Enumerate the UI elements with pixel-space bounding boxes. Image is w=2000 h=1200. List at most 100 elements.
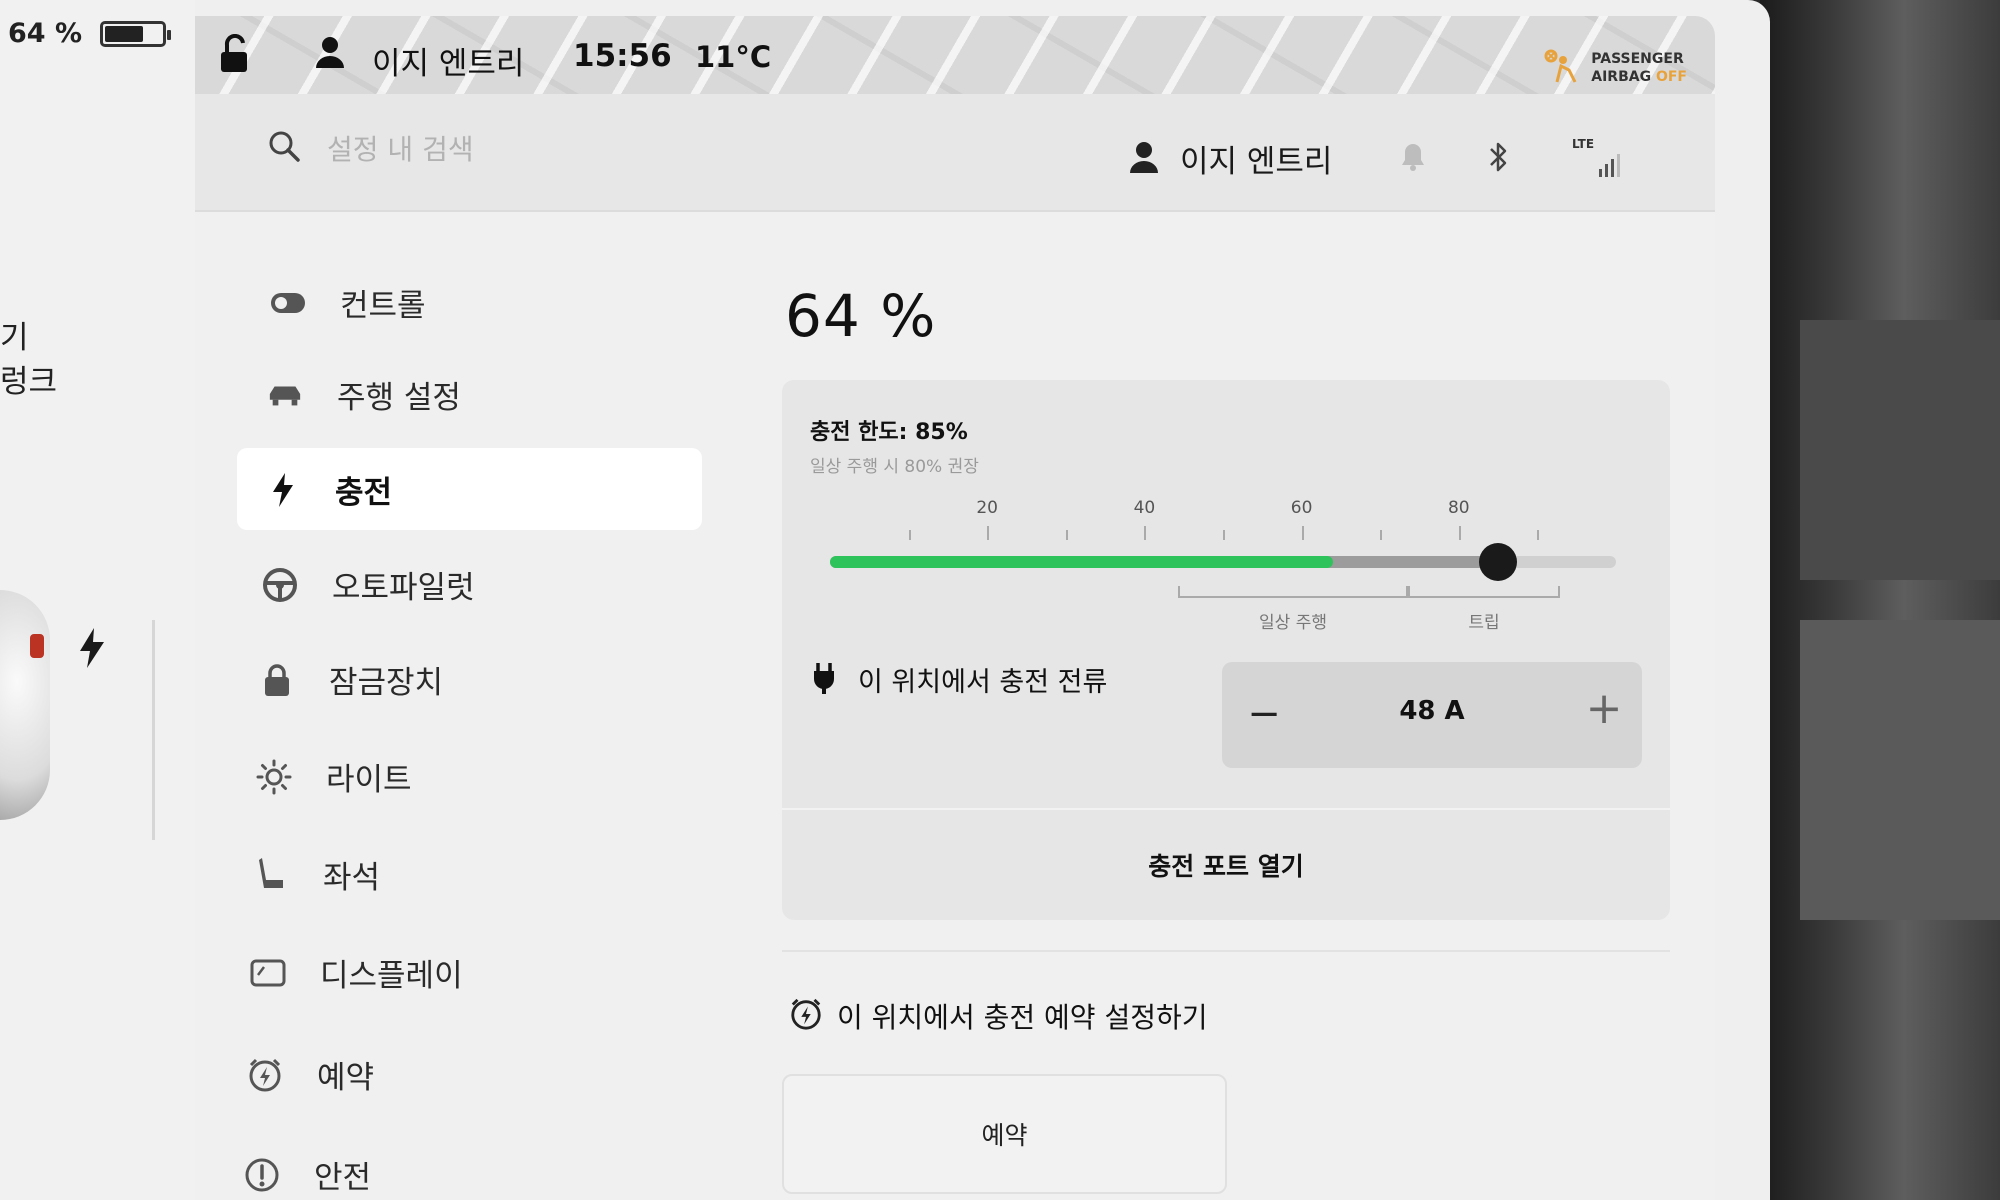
slider-tick-label: 20 bbox=[976, 498, 999, 518]
bell-icon[interactable] bbox=[1400, 142, 1426, 176]
car-icon bbox=[267, 377, 303, 413]
sidebar-item-label: 좌석 bbox=[323, 860, 381, 896]
settings-sidebar: 컨트롤 주행 설정 충전 오토파일럿 잠금장치 라이트 좌석 디스플레이 예약 … bbox=[195, 212, 755, 1200]
car-preview-labels[interactable]: 기 렁크 bbox=[0, 316, 57, 404]
sidebar-item-safety[interactable]: 안전 bbox=[244, 1152, 371, 1197]
sidebar-item-lights[interactable]: 라이트 bbox=[256, 754, 412, 799]
slider-tick-label: 80 bbox=[1447, 498, 1470, 518]
battery-icon bbox=[100, 20, 172, 47]
charge-limit-card: 충전 한도: 85% 일상 주행 시 80% 권장 20 40 60 80 일상 주행… bbox=[782, 380, 1670, 920]
alert-circle-icon bbox=[244, 1157, 280, 1193]
passenger-airbag-indicator: PASSENGER AIRBAG OFF bbox=[1541, 48, 1687, 88]
slider-tick bbox=[1223, 530, 1225, 540]
dashboard-panel bbox=[1800, 620, 2000, 920]
outside-temperature: 11°C bbox=[695, 40, 772, 74]
increase-current-button[interactable]: + bbox=[1584, 683, 1624, 734]
bluetooth-icon[interactable] bbox=[1486, 140, 1512, 178]
sidebar-item-schedule[interactable]: 예약 bbox=[247, 1052, 374, 1097]
search-input[interactable]: 설정 내 검색 bbox=[327, 128, 474, 168]
battery-level-fill bbox=[830, 556, 1334, 568]
sidebar-item-locks[interactable]: 잠금장치 bbox=[259, 657, 443, 702]
slider-tick bbox=[908, 530, 911, 540]
slider-tick bbox=[1065, 530, 1068, 540]
car-preview-label[interactable]: 기 bbox=[0, 316, 57, 360]
sidebar-item-label: 안전 bbox=[314, 1160, 372, 1196]
charging-bolt-icon bbox=[78, 628, 106, 678]
charge-current-value: 48 A bbox=[1399, 696, 1465, 726]
profile-button[interactable]: 이지 엔트리 bbox=[1130, 136, 1332, 181]
dashboard-panel bbox=[1800, 320, 2000, 580]
car-interior-background bbox=[1760, 0, 2000, 1200]
sidebar-item-display[interactable]: 디스플레이 bbox=[250, 950, 463, 995]
charging-settings-panel: 64 % 충전 한도: 85% 일상 주행 시 80% 권장 20 40 60 80 … bbox=[755, 212, 1715, 1200]
network-label: LTE bbox=[1572, 137, 1595, 151]
sidebar-item-seats[interactable]: 좌석 bbox=[253, 852, 380, 897]
car-battery-percent: 64 % bbox=[8, 18, 83, 49]
profile-name[interactable]: 이지 엔트리 bbox=[1180, 136, 1332, 181]
toggle-icon bbox=[270, 285, 306, 321]
sidebar-item-label: 디스플레이 bbox=[320, 958, 463, 994]
car-battery-status: 64 % bbox=[8, 18, 172, 49]
slider-tick bbox=[1144, 526, 1147, 540]
steering-wheel-icon bbox=[262, 567, 298, 603]
sidebar-item-label: 라이트 bbox=[326, 762, 412, 798]
driver-profile-name[interactable]: 이지 엔트리 bbox=[372, 38, 524, 83]
slider-tick bbox=[1458, 526, 1461, 540]
sun-icon bbox=[256, 759, 292, 795]
airbag-off-icon bbox=[1541, 48, 1583, 88]
touchscreen: 64 % 기 렁크 이지 엔트리 15:56 11°C PASSENGER AI… bbox=[0, 0, 1770, 1200]
slider-tick-label: 60 bbox=[1290, 498, 1313, 518]
sidebar-item-label: 잠금장치 bbox=[329, 665, 444, 701]
user-icon bbox=[315, 36, 345, 72]
trip-range-label: 트립 bbox=[1468, 613, 1500, 633]
charge-limit-slider[interactable] bbox=[830, 543, 1616, 581]
schedule-button[interactable]: 예약 bbox=[782, 1074, 1227, 1194]
trip-range-bracket bbox=[1408, 586, 1560, 598]
charge-limit-handle[interactable] bbox=[1479, 543, 1518, 581]
sidebar-item-label: 예약 bbox=[317, 1060, 375, 1096]
charge-current-row: 이 위치에서 충전 전류 bbox=[812, 660, 1107, 699]
open-charge-port-button[interactable]: 충전 포트 열기 bbox=[782, 810, 1670, 920]
alarm-bolt-icon bbox=[247, 1057, 283, 1093]
schedule-charging-row: 이 위치에서 충전 예약 설정하기 bbox=[789, 996, 1207, 1036]
unlocked-icon[interactable] bbox=[217, 33, 253, 78]
sidebar-item-driving[interactable]: 주행 설정 bbox=[267, 372, 461, 417]
slider-tick-label: 40 bbox=[1133, 498, 1156, 518]
section-divider bbox=[782, 950, 1670, 952]
search-icon bbox=[267, 129, 301, 167]
clock: 15:56 bbox=[573, 38, 672, 74]
sidebar-item-charging[interactable]: 충전 bbox=[265, 467, 392, 512]
charge-current-label: 이 위치에서 충전 전류 bbox=[858, 667, 1108, 698]
display-icon bbox=[250, 955, 286, 991]
lte-signal-icon: LTE bbox=[1572, 137, 1620, 177]
sidebar-item-controls[interactable]: 컨트롤 bbox=[270, 280, 426, 325]
daily-range-bracket bbox=[1178, 586, 1408, 598]
user-icon bbox=[1130, 141, 1158, 177]
plug-icon bbox=[812, 661, 836, 699]
header-icons: LTE bbox=[1400, 137, 1620, 178]
settings-search[interactable]: 설정 내 검색 bbox=[267, 128, 474, 168]
status-bar: 이지 엔트리 15:56 11°C PASSENGER AIRBAG OFF bbox=[195, 16, 1715, 94]
airbag-label: AIRBAG bbox=[1591, 69, 1656, 85]
slider-tick bbox=[1537, 530, 1540, 540]
alarm-bolt-icon bbox=[789, 997, 823, 1035]
schedule-charging-title: 이 위치에서 충전 예약 설정하기 bbox=[837, 1001, 1208, 1034]
charge-limit-hint: 일상 주행 시 80% 권장 bbox=[810, 457, 979, 477]
sidebar-item-label: 컨트롤 bbox=[340, 288, 426, 324]
airbag-label: PASSENGER bbox=[1591, 51, 1684, 67]
charge-limit-title: 충전 한도: 85% bbox=[810, 420, 968, 445]
car-preview-label[interactable]: 렁크 bbox=[0, 360, 57, 404]
panel-divider bbox=[152, 620, 155, 840]
lock-icon bbox=[259, 662, 295, 698]
seat-icon bbox=[253, 857, 289, 893]
car-image bbox=[0, 590, 50, 820]
slider-tick bbox=[987, 526, 990, 540]
car-preview-panel: 64 % 기 렁크 bbox=[0, 0, 195, 1200]
bolt-icon bbox=[265, 472, 301, 508]
battery-percent: 64 % bbox=[785, 282, 937, 350]
sidebar-item-label: 주행 설정 bbox=[337, 380, 461, 416]
airbag-state: OFF bbox=[1655, 69, 1687, 85]
sidebar-item-autopilot[interactable]: 오토파일럿 bbox=[262, 562, 475, 607]
charge-current-stepper: − 48 A + bbox=[1222, 662, 1642, 768]
daily-range-label: 일상 주행 bbox=[1259, 613, 1327, 633]
